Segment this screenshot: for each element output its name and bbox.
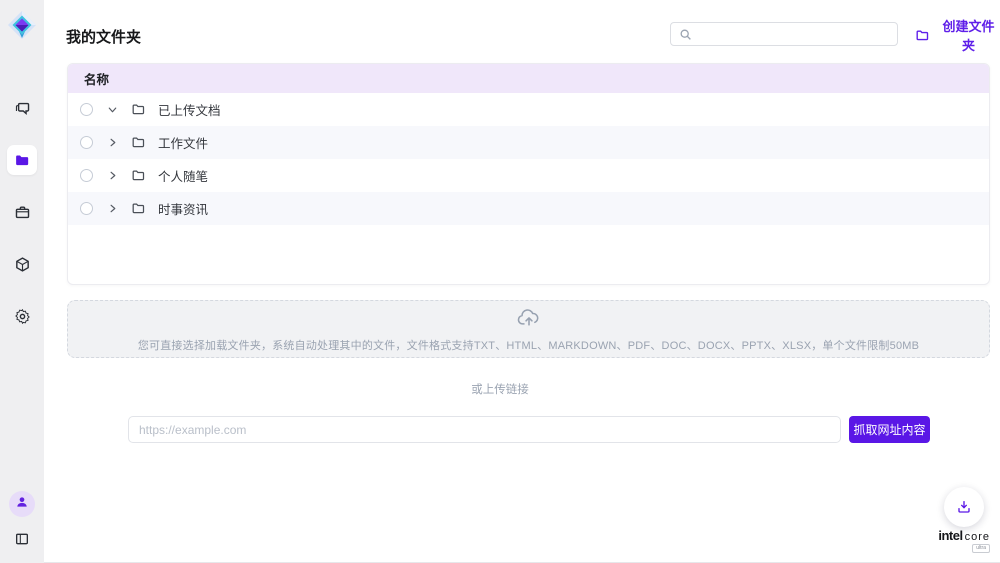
intel-core-text: core xyxy=(965,531,990,543)
folder-name: 时事资讯 xyxy=(158,199,208,218)
chevron-icon[interactable] xyxy=(105,103,119,117)
chat-icon xyxy=(14,100,31,117)
upload-dropzone[interactable]: 您可直接选择加载文件夹，系统自动处理其中的文件，文件格式支持TXT、HTML、M… xyxy=(67,300,990,358)
app-logo-icon[interactable] xyxy=(6,9,38,41)
fetch-url-button[interactable]: 抓取网址内容 xyxy=(849,416,930,443)
folder-icon xyxy=(14,152,31,169)
page-title: 我的文件夹 xyxy=(66,26,141,47)
folder-name: 已上传文档 xyxy=(158,100,221,119)
collapse-panel-button[interactable] xyxy=(10,527,34,551)
row-checkbox[interactable] xyxy=(80,202,93,215)
folder-icon xyxy=(131,201,146,216)
folder-table: 名称 已上传文档 工作文件 xyxy=(67,63,990,285)
row-checkbox[interactable] xyxy=(80,169,93,182)
panel-layout-icon xyxy=(14,531,30,547)
upload-hint-text: 您可直接选择加载文件夹，系统自动处理其中的文件，文件格式支持TXT、HTML、M… xyxy=(138,337,919,353)
or-upload-link-label: 或上传链接 xyxy=(0,381,1000,397)
url-input[interactable] xyxy=(128,416,841,443)
table-row[interactable]: 已上传文档 xyxy=(68,93,989,126)
gear-icon xyxy=(14,308,31,325)
sidebar-item-workspace[interactable] xyxy=(7,197,37,227)
search-icon xyxy=(679,28,692,41)
table-row[interactable]: 个人随笔 xyxy=(68,159,989,192)
download-fab-button[interactable] xyxy=(944,487,984,527)
sidebar-item-chat[interactable] xyxy=(7,93,37,123)
download-icon xyxy=(956,499,972,515)
user-avatar[interactable] xyxy=(9,491,35,517)
chevron-icon[interactable] xyxy=(105,169,119,183)
search-input[interactable] xyxy=(698,23,897,45)
table-header-name: 名称 xyxy=(68,64,989,93)
sidebar-item-settings[interactable] xyxy=(7,301,37,331)
folder-name: 工作文件 xyxy=(158,133,208,152)
folder-icon xyxy=(131,168,146,183)
cube-icon xyxy=(14,256,31,273)
create-folder-label: 创建文件夹 xyxy=(937,16,1000,54)
folder-name: 个人随笔 xyxy=(158,166,208,185)
chevron-icon[interactable] xyxy=(105,202,119,216)
create-folder-button[interactable]: 创建文件夹 xyxy=(915,25,1000,45)
folder-icon xyxy=(131,135,146,150)
briefcase-icon xyxy=(14,204,31,221)
app-window: 我的文件夹 创建文件夹 名称 xyxy=(0,0,1000,563)
sidebar-bottom xyxy=(9,491,35,551)
intel-brand-text: intel xyxy=(938,528,962,543)
folder-icon xyxy=(131,102,146,117)
sidebar-item-models[interactable] xyxy=(7,249,37,279)
sidebar-item-folders[interactable] xyxy=(7,145,37,175)
table-row[interactable]: 时事资讯 xyxy=(68,192,989,225)
search-box xyxy=(670,22,898,46)
table-row[interactable]: 工作文件 xyxy=(68,126,989,159)
create-folder-icon xyxy=(915,28,930,43)
sidebar xyxy=(0,0,44,563)
user-avatar-icon xyxy=(15,495,29,514)
folder-table-body: 已上传文档 工作文件 个人随笔 xyxy=(68,93,989,225)
chevron-icon[interactable] xyxy=(105,136,119,150)
sidebar-nav xyxy=(7,93,37,331)
intel-ultra-badge: ultra xyxy=(972,544,990,553)
row-checkbox[interactable] xyxy=(80,136,93,149)
row-checkbox[interactable] xyxy=(80,103,93,116)
cloud-upload-icon xyxy=(516,306,542,333)
intel-core-logo: intel core ultra xyxy=(932,528,990,553)
